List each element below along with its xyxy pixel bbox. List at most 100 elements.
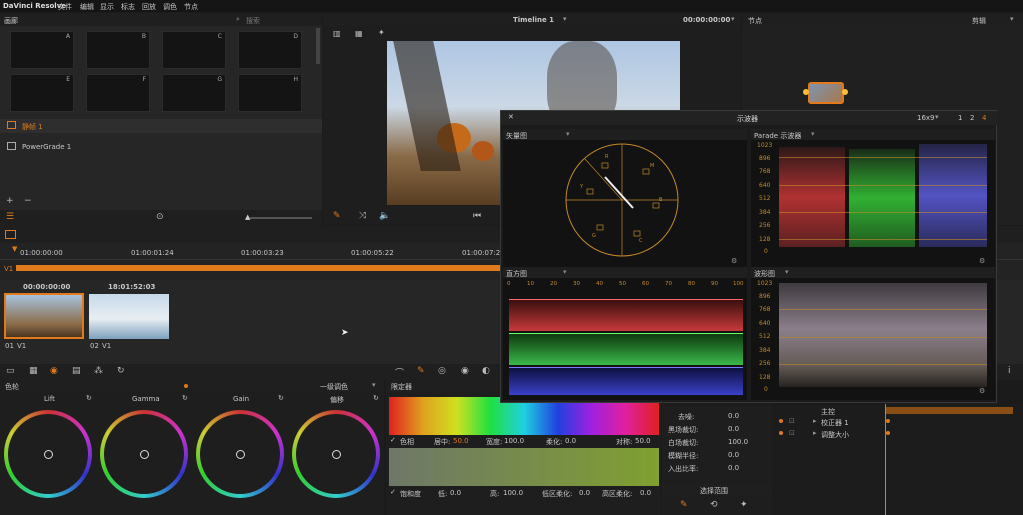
eyedropper-icon[interactable]: ✎: [333, 211, 341, 221]
wheel-center-handle[interactable]: [140, 450, 149, 459]
chevron-down-icon[interactable]: ▾: [563, 268, 567, 276]
timeline-icon[interactable]: [5, 230, 16, 239]
chevron-down-icon[interactable]: ▾: [785, 268, 789, 276]
node-corrector-1[interactable]: [808, 82, 844, 104]
qualifier-eyedropper-icon[interactable]: ✎: [417, 366, 425, 376]
grid-view-icon[interactable]: ▦: [355, 29, 363, 38]
wand-icon[interactable]: ✦: [740, 500, 748, 510]
gallery-search-input[interactable]: 搜索: [246, 16, 260, 26]
reset-wheel-icon[interactable]: ↻: [373, 394, 379, 402]
curves-icon[interactable]: ⌒: [395, 366, 404, 379]
tracker-icon[interactable]: ◉: [461, 366, 469, 376]
menu-view[interactable]: 显示: [100, 2, 114, 12]
lock-icon[interactable]: ⊡: [789, 417, 795, 425]
matte-param-value[interactable]: 100.0: [728, 438, 748, 446]
lowsoft-value[interactable]: 0.0: [579, 489, 590, 497]
gallery-scrollbar[interactable]: [316, 28, 320, 64]
still-thumb[interactable]: F: [86, 74, 150, 112]
soft-value[interactable]: 0.0: [565, 437, 576, 445]
layout-label[interactable]: 16x9: [917, 114, 935, 122]
matte-param-value[interactable]: 0.0: [728, 464, 739, 472]
master-keyframe-track[interactable]: [885, 407, 1013, 414]
layout-option-4[interactable]: 4: [982, 114, 986, 122]
sym-value[interactable]: 50.0: [635, 437, 651, 445]
lock-icon[interactable]: ⊡: [789, 429, 795, 437]
still-thumb[interactable]: A: [10, 31, 74, 69]
matte-param-value[interactable]: 0.0: [728, 451, 739, 459]
clip-thumbnail[interactable]: [4, 293, 84, 339]
chevron-down-icon[interactable]: ▾: [811, 130, 815, 138]
keyframe-playhead[interactable]: [885, 404, 886, 515]
still-thumb[interactable]: H: [238, 74, 302, 112]
waveform-title[interactable]: 波形图: [754, 269, 775, 279]
chevron-down-icon[interactable]: ▾: [566, 130, 570, 138]
nodes-mode[interactable]: 剪辑: [972, 16, 986, 26]
still-thumb[interactable]: G: [162, 74, 226, 112]
reset-wheel-icon[interactable]: ↻: [278, 394, 284, 402]
scope-settings-icon[interactable]: ⚙: [731, 257, 737, 265]
info-icon[interactable]: i: [1008, 366, 1011, 376]
still-thumb[interactable]: B: [86, 31, 150, 69]
keyframe-dot[interactable]: [779, 431, 783, 435]
center-value[interactable]: 50.0: [453, 437, 469, 445]
matte-param-value[interactable]: 0.0: [728, 412, 739, 420]
menu-mark[interactable]: 标志: [121, 2, 135, 12]
color-wheels-icon[interactable]: ◉: [50, 366, 58, 376]
wheel-center-handle[interactable]: [332, 450, 341, 459]
album-item-stills[interactable]: 静帧 1: [0, 119, 322, 133]
chevron-down-icon[interactable]: ▾: [731, 15, 735, 23]
timeline-name[interactable]: Timeline 1: [513, 16, 554, 24]
histogram-title[interactable]: 直方图: [506, 269, 527, 279]
check-icon[interactable]: ✓: [390, 436, 396, 444]
shuffle-icon[interactable]: ⤨: [359, 211, 366, 221]
low-value[interactable]: 0.0: [450, 489, 461, 497]
camera-raw-icon[interactable]: ▭: [6, 366, 15, 376]
app-name[interactable]: DaVinci Resolve: [3, 2, 66, 10]
reset-wheel-icon[interactable]: ↻: [182, 394, 188, 402]
slider-handle[interactable]: ▲: [245, 213, 250, 221]
chevron-down-icon[interactable]: ▾: [935, 113, 939, 121]
chevron-right-icon[interactable]: ▸: [813, 429, 817, 437]
wheel-center-handle[interactable]: [236, 450, 245, 459]
still-thumb[interactable]: C: [162, 31, 226, 69]
high-value[interactable]: 100.0: [503, 489, 523, 497]
reset-icon[interactable]: ↻: [117, 366, 125, 376]
grab-still-icon[interactable]: ⊙: [156, 212, 164, 222]
close-icon[interactable]: ✕: [508, 113, 514, 121]
node-output-dot[interactable]: [842, 89, 848, 95]
wheel-center-handle[interactable]: [44, 450, 53, 459]
vectorscope-title[interactable]: 矢量图: [506, 131, 527, 141]
clip-thumbnail[interactable]: [89, 294, 169, 339]
width-value[interactable]: 100.0: [504, 437, 524, 445]
saturation-range[interactable]: [389, 448, 659, 486]
single-view-icon[interactable]: ▥: [333, 29, 341, 38]
reset-wheel-icon[interactable]: ↻: [86, 394, 92, 402]
highsoft-value[interactable]: 0.0: [640, 489, 651, 497]
check-icon[interactable]: ✓: [390, 488, 396, 496]
motion-icon[interactable]: ⁂: [94, 366, 103, 376]
chevron-right-icon[interactable]: ▸: [813, 417, 817, 425]
list-icon[interactable]: ☰: [6, 212, 14, 222]
layout-option-1[interactable]: 1: [958, 114, 962, 122]
keyframe-marker[interactable]: [886, 419, 890, 423]
window-icon[interactable]: ◎: [438, 366, 446, 376]
keyframe-dot[interactable]: [779, 419, 783, 423]
add-album-icon[interactable]: +: [6, 196, 14, 206]
menu-file[interactable]: 文件: [58, 2, 72, 12]
layout-option-2[interactable]: 2: [970, 114, 974, 122]
timeline-clip-bar[interactable]: [16, 265, 506, 271]
scope-settings-icon[interactable]: ⚙: [979, 387, 985, 395]
menu-playback[interactable]: 回放: [142, 2, 156, 12]
thumb-size-slider[interactable]: [250, 217, 312, 219]
still-thumb[interactable]: D: [238, 31, 302, 69]
skip-back-icon[interactable]: ⏮: [473, 211, 481, 221]
parade-title[interactable]: Parade 示波器: [754, 131, 801, 141]
matte-param-value[interactable]: 0.0: [728, 425, 739, 433]
keyframe-marker[interactable]: [886, 431, 890, 435]
color-wheels-mode[interactable]: 一级调色: [320, 382, 348, 392]
scope-settings-icon[interactable]: ⚙: [979, 257, 985, 265]
playhead-icon[interactable]: ▼: [12, 245, 17, 253]
remove-album-icon[interactable]: −: [24, 196, 32, 206]
wand-icon[interactable]: ✦: [378, 28, 385, 37]
menu-nodes[interactable]: 节点: [184, 2, 198, 12]
